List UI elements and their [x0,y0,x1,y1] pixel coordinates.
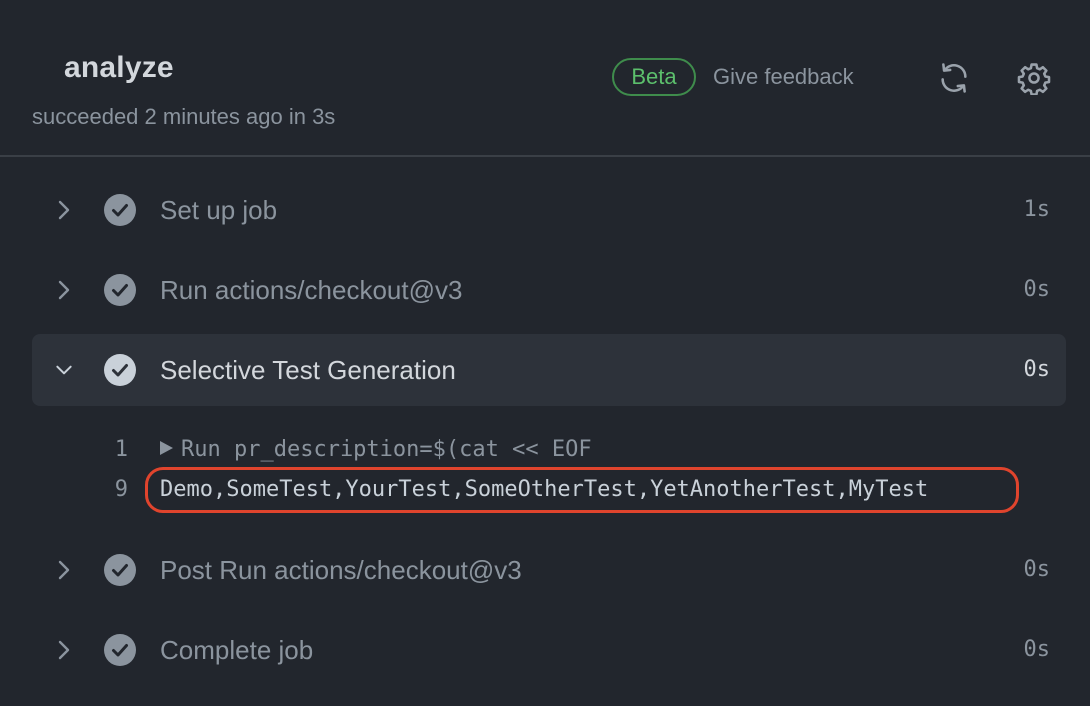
job-status-text: succeeded 2 minutes ago in 3s [32,104,336,129]
step-duration: 0s [1023,357,1051,382]
line-number[interactable]: 1 [32,430,128,470]
refresh-button[interactable] [934,58,974,98]
step-selective-test-generation[interactable]: Selective Test Generation 0s [32,334,1066,406]
step-run-checkout[interactable]: Run actions/checkout@v3 0s [32,254,1066,326]
log-text: Run pr_description=$(cat << EOF [181,437,592,462]
job-title: analyze [64,51,174,84]
step-name: Set up job [160,195,278,225]
gear-icon [1017,63,1051,95]
step-name: Selective Test Generation [160,355,456,385]
step-complete-job[interactable]: Complete job 0s [32,614,1066,686]
line-number[interactable]: 9 [32,470,128,510]
step-duration: 0s [1023,277,1051,302]
chevron-down-icon [54,356,74,384]
chevron-right-icon [54,276,74,304]
settings-button[interactable] [1014,58,1054,98]
check-circle-icon [104,194,136,226]
step-name: Run actions/checkout@v3 [160,275,463,305]
log-group-content[interactable]: Run pr_description=$(cat << EOF [160,430,592,470]
chevron-right-icon [54,556,74,584]
give-feedback-link[interactable]: Give feedback [713,62,854,92]
step-name: Post Run actions/checkout@v3 [160,555,522,585]
chevron-right-icon [54,636,74,664]
log-line[interactable]: 1 Run pr_description=$(cat << EOF [32,430,1066,470]
chevron-right-icon [54,196,74,224]
check-circle-icon [104,634,136,666]
highlight-annotation [145,467,1019,513]
step-post-run-checkout[interactable]: Post Run actions/checkout@v3 0s [32,534,1066,606]
refresh-icon [941,63,967,93]
step-duration: 1s [1023,197,1051,222]
beta-badge: Beta [612,58,696,96]
step-set-up-job[interactable]: Set up job 1s [32,174,1066,246]
check-circle-icon [104,354,136,386]
job-header: analyze succeeded 2 minutes ago in 3s Be… [0,0,1090,157]
check-circle-icon [104,274,136,306]
step-duration: 0s [1023,637,1051,662]
step-duration: 0s [1023,557,1051,582]
check-circle-icon [104,554,136,586]
step-name: Complete job [160,635,314,665]
triangle-right-icon [160,441,173,455]
